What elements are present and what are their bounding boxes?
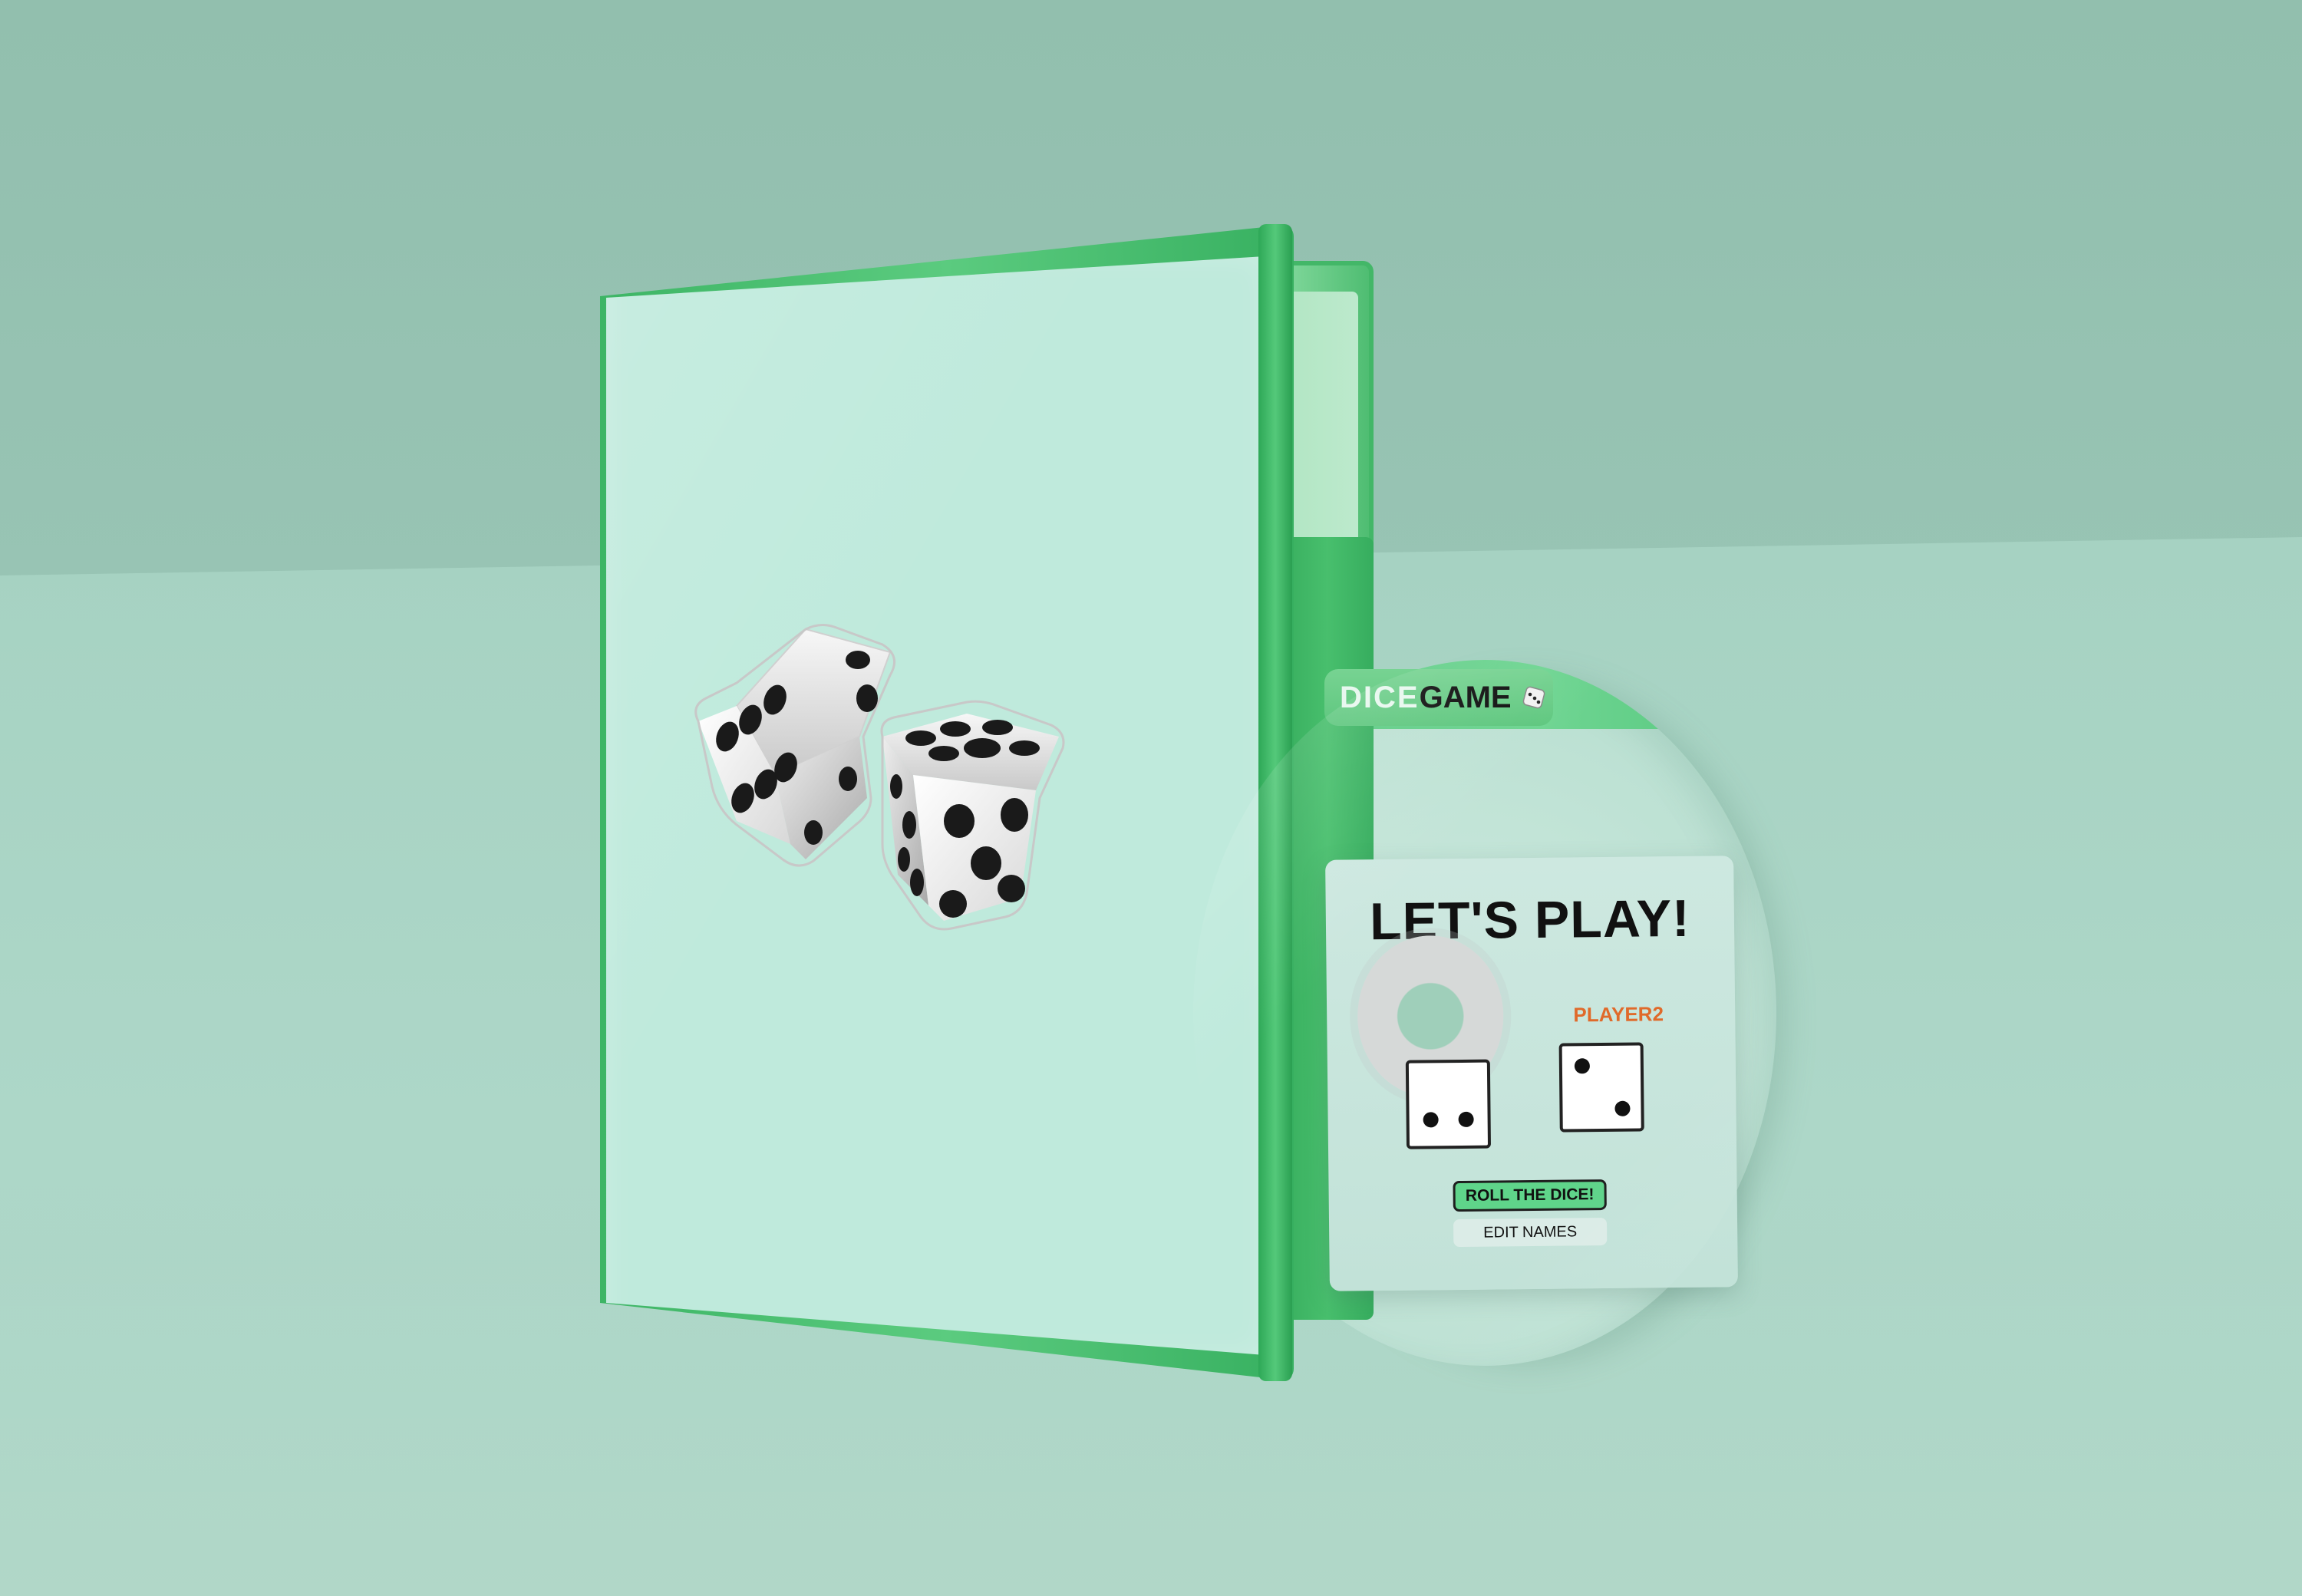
roll-dice-button[interactable]: ROLL THE DICE!	[1453, 1179, 1607, 1212]
page-title: LET'S PLAY!	[1369, 889, 1691, 951]
product-mockup-scene: DICE GAME LET'S PLAY! PLAYER2 ROLL THE D…	[0, 0, 2302, 1596]
dice-pair-icon	[694, 624, 1065, 931]
player1-die	[1405, 1059, 1492, 1149]
player2-name: PLAYER2	[1573, 1002, 1664, 1027]
die-icon	[1522, 686, 1545, 709]
game-screen: LET'S PLAY! PLAYER2 ROLL THE DICE! EDIT …	[1325, 856, 1738, 1291]
die-pip	[1458, 1111, 1474, 1128]
disc-title: DICE GAME	[1324, 669, 1553, 726]
die-pip	[1614, 1100, 1631, 1116]
edit-names-button[interactable]: EDIT NAMES	[1453, 1217, 1608, 1248]
die-pip	[1574, 1058, 1591, 1074]
disc-title-dice: DICE	[1340, 680, 1420, 714]
die-1-icon	[694, 624, 896, 867]
player2-die	[1558, 1042, 1644, 1133]
die-2-icon	[880, 700, 1065, 931]
die-pip	[1423, 1112, 1439, 1128]
disc-title-game: GAME	[1419, 680, 1512, 714]
